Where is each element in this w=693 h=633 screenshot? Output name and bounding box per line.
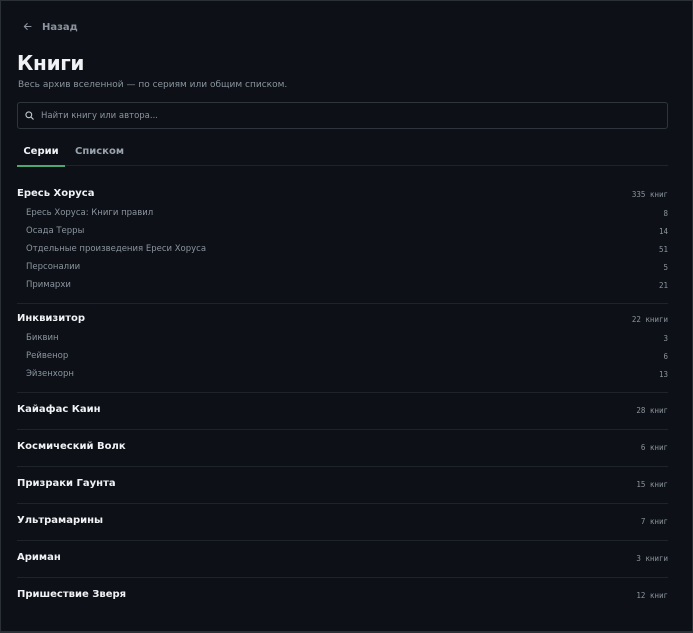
subseries-name: Примархи — [26, 280, 71, 290]
series-header[interactable]: Космический Волк 6 книг — [17, 430, 668, 466]
subseries-list: Биквин 3 Рейвенор 6 Эйзенхорн 13 — [17, 330, 668, 392]
tab-series[interactable]: Серии — [17, 141, 65, 167]
series-name: Ультрамарины — [17, 515, 104, 526]
series-count: 15 книг — [636, 480, 668, 489]
page-frame: Назад Книги Весь архив вселенной — по се… — [0, 0, 693, 633]
series-group: Призраки Гаунта 15 книг — [17, 467, 668, 504]
series-name: Инквизитор — [17, 313, 86, 324]
series-name: Ересь Хоруса — [17, 188, 95, 199]
view-tabs: Серии Списком — [17, 141, 668, 167]
back-link[interactable]: Назад — [23, 21, 78, 34]
series-count: 12 книг — [636, 591, 668, 600]
subseries-item[interactable]: Рейвенор 6 — [17, 348, 668, 366]
search-input[interactable] — [41, 110, 667, 121]
series-group: Ультрамарины 7 книг — [17, 504, 668, 541]
subseries-name: Отдельные произведения Ереси Хоруса — [26, 244, 207, 254]
subseries-count: 51 — [658, 245, 668, 254]
series-header[interactable]: Пришествие Зверя 12 книг — [17, 578, 668, 614]
subseries-item[interactable]: Осада Терры 14 — [17, 223, 668, 241]
subseries-count: 6 — [663, 352, 668, 361]
series-count: 3 книги — [636, 554, 668, 563]
subseries-count: 21 — [658, 281, 668, 290]
subseries-item[interactable]: Эйзенхорн 13 — [17, 366, 668, 384]
subseries-item[interactable]: Биквин 3 — [17, 330, 668, 348]
series-header[interactable]: Призраки Гаунта 15 книг — [17, 467, 668, 503]
search-icon — [25, 111, 34, 120]
page-title: Книги — [17, 51, 85, 75]
series-list: Ересь Хоруса 335 книг Ересь Хоруса: Книг… — [17, 179, 668, 614]
subseries-item[interactable]: Персоналии 5 — [17, 259, 668, 277]
series-count: 7 книг — [640, 517, 668, 526]
subseries-item[interactable]: Ересь Хоруса: Книги правил 8 — [17, 205, 668, 223]
series-name: Космический Волк — [17, 441, 126, 452]
subseries-name: Рейвенор — [26, 351, 69, 361]
page-subtitle: Весь архив вселенной — по сериям или общ… — [18, 80, 288, 90]
subseries-item[interactable]: Отдельные произведения Ереси Хоруса 51 — [17, 241, 668, 259]
subseries-count: 14 — [658, 227, 668, 236]
subseries-name: Биквин — [26, 333, 59, 343]
subseries-count: 13 — [658, 370, 668, 379]
series-count: 28 книг — [636, 406, 668, 415]
series-group: Космический Волк 6 книг — [17, 430, 668, 467]
series-group: Кайафас Каин 28 книг — [17, 393, 668, 430]
series-header[interactable]: Ультрамарины 7 книг — [17, 504, 668, 540]
subseries-count: 3 — [663, 334, 668, 343]
series-count: 6 книг — [640, 443, 668, 452]
subseries-name: Осада Терры — [26, 226, 85, 236]
series-group: Ариман 3 книги — [17, 541, 668, 578]
series-name: Пришествие Зверя — [17, 589, 127, 600]
back-label: Назад — [42, 22, 78, 33]
subseries-list: Ересь Хоруса: Книги правил 8 Осада Терры… — [17, 205, 668, 303]
series-name: Призраки Гаунта — [17, 478, 116, 489]
series-group: Пришествие Зверя 12 книг — [17, 578, 668, 614]
series-group: Ересь Хоруса 335 книг Ересь Хоруса: Книг… — [17, 179, 668, 304]
subseries-name: Ересь Хоруса: Книги правил — [26, 208, 154, 218]
subseries-name: Эйзенхорн — [26, 369, 74, 379]
tab-list[interactable]: Списком — [75, 141, 124, 166]
series-group: Инквизитор 22 книги Биквин 3 Рейвенор 6 … — [17, 304, 668, 393]
series-header[interactable]: Ариман 3 книги — [17, 541, 668, 577]
search-box — [17, 102, 668, 129]
series-header[interactable]: Кайафас Каин 28 книг — [17, 393, 668, 429]
series-count: 335 книг — [631, 190, 668, 199]
subseries-count: 5 — [663, 263, 668, 272]
arrow-left-icon — [23, 21, 32, 34]
series-name: Ариман — [17, 552, 61, 563]
series-name: Кайафас Каин — [17, 404, 101, 415]
subseries-count: 8 — [663, 209, 668, 218]
subseries-item[interactable]: Примархи 21 — [17, 277, 668, 295]
subseries-name: Персоналии — [26, 262, 81, 272]
series-count: 22 книги — [631, 315, 668, 324]
